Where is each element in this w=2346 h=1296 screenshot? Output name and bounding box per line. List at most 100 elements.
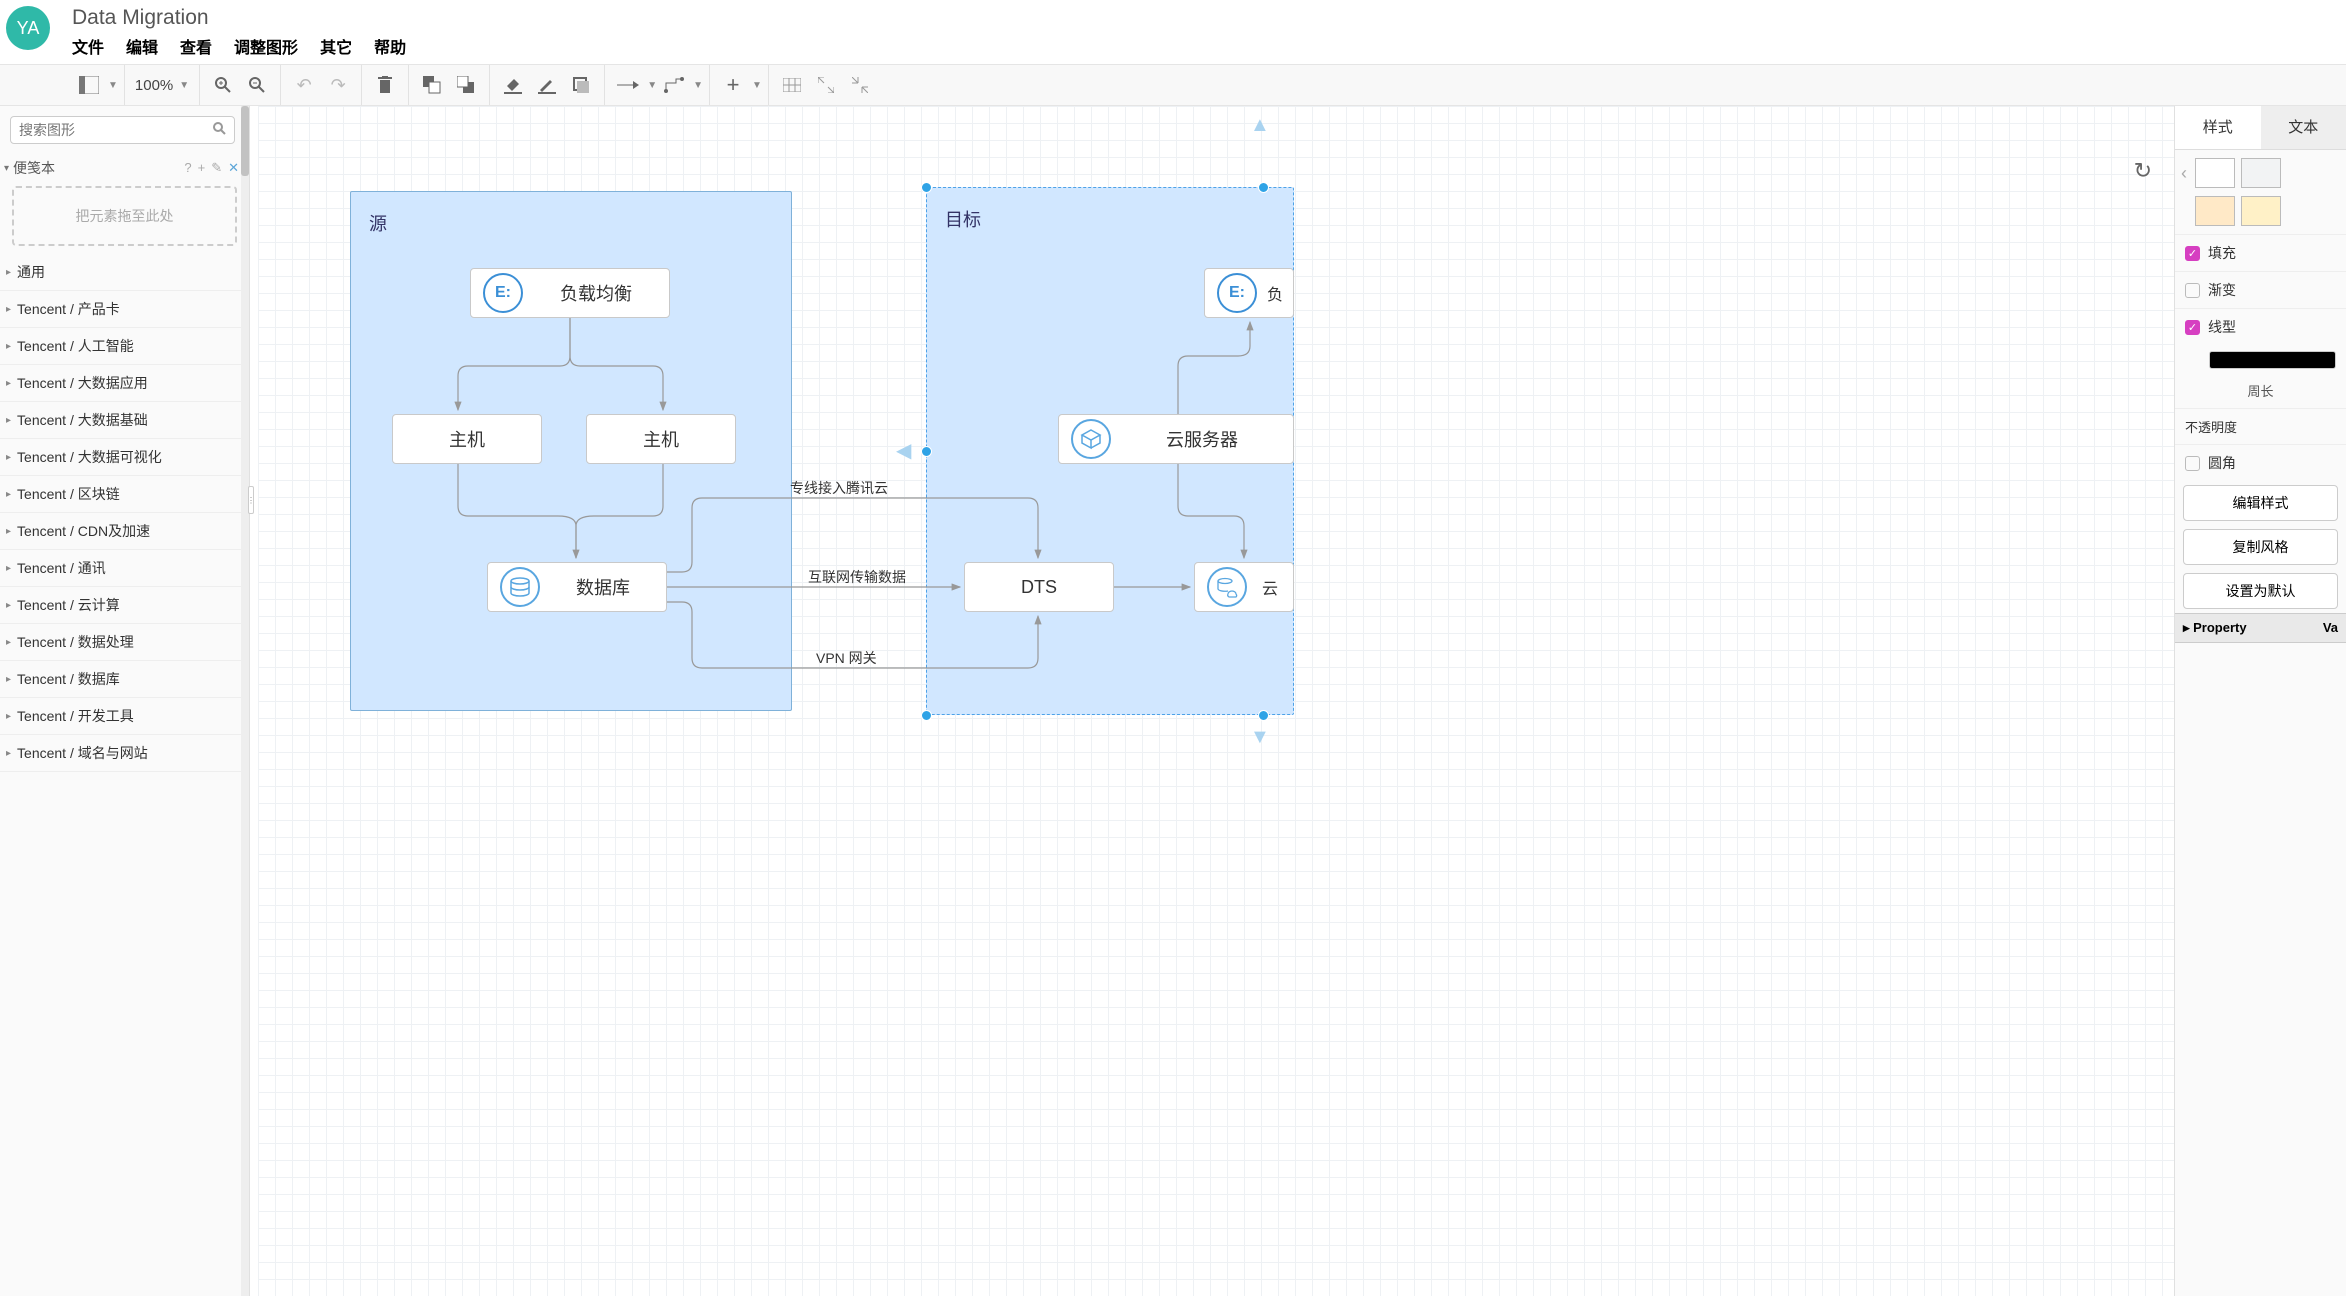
database-icon: [500, 567, 540, 607]
node-label: DTS: [965, 577, 1113, 598]
panel-resize[interactable]: ⋮: [250, 106, 258, 1296]
color-swatch[interactable]: [2241, 158, 2281, 188]
color-swatch[interactable]: [2195, 196, 2235, 226]
category-item[interactable]: ▸Tencent / 大数据基础: [0, 402, 241, 439]
category-item[interactable]: ▸Tencent / 数据库: [0, 661, 241, 698]
scratchpad-title: 便笺本: [13, 158, 55, 178]
undo-icon[interactable]: ↶: [287, 70, 321, 100]
edit-style-button[interactable]: 编辑样式: [2183, 485, 2338, 521]
rotate-handle-icon[interactable]: ↻: [2134, 158, 2152, 184]
category-item[interactable]: ▸Tencent / 大数据可视化: [0, 439, 241, 476]
selection-handle[interactable]: [1258, 182, 1269, 193]
category-item[interactable]: ▸Tencent / 区块链: [0, 476, 241, 513]
scratchpad-dropzone[interactable]: 把元素拖至此处: [12, 186, 237, 246]
node-lb2[interactable]: E: 负: [1204, 268, 1294, 318]
menu-help[interactable]: 帮助: [374, 34, 406, 58]
color-swatch[interactable]: [2195, 158, 2235, 188]
selection-handle[interactable]: [921, 446, 932, 457]
scratchpad-header[interactable]: ▾ 便笺本 ? + ✎ ✕: [0, 150, 249, 182]
node-label: 负: [1257, 281, 1293, 305]
category-item[interactable]: ▸Tencent / CDN及加速: [0, 513, 241, 550]
property-header[interactable]: ▸ PropertyVa: [2175, 613, 2346, 643]
avatar[interactable]: YA: [6, 6, 50, 50]
menu-arrange[interactable]: 调整图形: [234, 34, 298, 58]
menu-extras[interactable]: 其它: [320, 34, 352, 58]
node-lb[interactable]: E: 负载均衡: [470, 268, 670, 318]
category-item[interactable]: ▸Tencent / 产品卡: [0, 291, 241, 328]
search-icon[interactable]: [212, 121, 226, 139]
search-input[interactable]: [19, 122, 212, 138]
diagram-canvas[interactable]: ↻ 源 目标 ◀ ▼ ▲ E: 负载均衡 主机: [258, 106, 2174, 1296]
collapse-icon[interactable]: [843, 70, 877, 100]
color-palette: ‹: [2175, 150, 2346, 196]
copy-style-button[interactable]: 复制风格: [2183, 529, 2338, 565]
rounded-checkbox[interactable]: [2185, 456, 2200, 471]
menu-view[interactable]: 查看: [180, 34, 212, 58]
header: YA Data Migration 文件 编辑 查看 调整图形 其它 帮助: [0, 0, 2346, 58]
chevron-left-icon[interactable]: ‹: [2179, 163, 2189, 184]
zoom-level[interactable]: 100% ▼: [131, 77, 193, 94]
line-color-icon[interactable]: [530, 70, 564, 100]
color-swatch[interactable]: [2241, 196, 2281, 226]
tab-text[interactable]: 文本: [2261, 106, 2346, 149]
prop-label: 线型: [2208, 317, 2236, 337]
category-item[interactable]: ▸Tencent / 云计算: [0, 587, 241, 624]
shadow-icon[interactable]: [564, 70, 598, 100]
prop-label: 不透明度: [2185, 417, 2237, 436]
stroke-checkbox[interactable]: ✓: [2185, 320, 2200, 335]
node-db[interactable]: 数据库: [487, 562, 667, 612]
lb-icon: E:: [1217, 273, 1257, 313]
add-icon[interactable]: +: [716, 70, 750, 100]
fill-checkbox[interactable]: ✓: [2185, 246, 2200, 261]
node-host1[interactable]: 主机: [392, 414, 542, 464]
gradient-checkbox[interactable]: [2185, 283, 2200, 298]
chevron-down-icon: ▾: [4, 163, 9, 174]
category-item[interactable]: ▸Tencent / 数据处理: [0, 624, 241, 661]
panels-toggle-icon[interactable]: [72, 70, 106, 100]
node-dts[interactable]: DTS: [964, 562, 1114, 612]
menu-file[interactable]: 文件: [72, 34, 104, 58]
chevron-down-icon[interactable]: ▼: [108, 80, 118, 91]
category-item[interactable]: ▸Tencent / 大数据应用: [0, 365, 241, 402]
tab-style[interactable]: 样式: [2175, 106, 2261, 149]
node-label: 数据库: [540, 574, 666, 600]
fill-color-icon[interactable]: [496, 70, 530, 100]
to-back-icon[interactable]: [449, 70, 483, 100]
category-item[interactable]: ▸Tencent / 通讯: [0, 550, 241, 587]
plus-icon[interactable]: +: [198, 160, 206, 176]
delete-icon[interactable]: [368, 70, 402, 100]
expand-icon[interactable]: [809, 70, 843, 100]
zoom-out-icon[interactable]: [240, 70, 274, 100]
selection-handle[interactable]: [1258, 710, 1269, 721]
prop-label: 圆角: [2208, 453, 2236, 473]
to-front-icon[interactable]: [415, 70, 449, 100]
help-icon[interactable]: ?: [184, 160, 191, 176]
prop-label: 填充: [2208, 243, 2236, 263]
menu-edit[interactable]: 编辑: [126, 34, 158, 58]
category-item[interactable]: ▸Tencent / 域名与网站: [0, 735, 241, 772]
scrollbar[interactable]: [241, 106, 249, 1296]
left-panel: ▾ 便笺本 ? + ✎ ✕ 把元素拖至此处 ▸通用 ▸Tencent / 产品卡…: [0, 106, 250, 1296]
table-icon[interactable]: [775, 70, 809, 100]
shape-categories[interactable]: ▸通用 ▸Tencent / 产品卡 ▸Tencent / 人工智能 ▸Tenc…: [0, 254, 249, 1296]
node-cdb[interactable]: 云: [1194, 562, 1294, 612]
category-item[interactable]: ▸通用: [0, 254, 241, 291]
waypoints-icon[interactable]: [657, 70, 691, 100]
set-default-button[interactable]: 设置为默认: [2183, 573, 2338, 609]
node-label: 云服务器: [1111, 426, 1293, 452]
edit-icon[interactable]: ✎: [211, 160, 222, 176]
close-icon[interactable]: ✕: [228, 160, 239, 176]
category-item[interactable]: ▸Tencent / 开发工具: [0, 698, 241, 735]
selection-handle[interactable]: [921, 710, 932, 721]
search-shapes[interactable]: [10, 116, 235, 144]
zoom-in-icon[interactable]: [206, 70, 240, 100]
selection-handle[interactable]: [921, 182, 932, 193]
document-title[interactable]: Data Migration: [72, 4, 406, 34]
category-item[interactable]: ▸Tencent / 人工智能: [0, 328, 241, 365]
group-title: 源: [369, 210, 387, 236]
line-style-select[interactable]: [2209, 351, 2336, 369]
redo-icon[interactable]: ↷: [321, 70, 355, 100]
node-host2[interactable]: 主机: [586, 414, 736, 464]
connection-icon[interactable]: [611, 70, 645, 100]
node-cvm[interactable]: 云服务器: [1058, 414, 1294, 464]
